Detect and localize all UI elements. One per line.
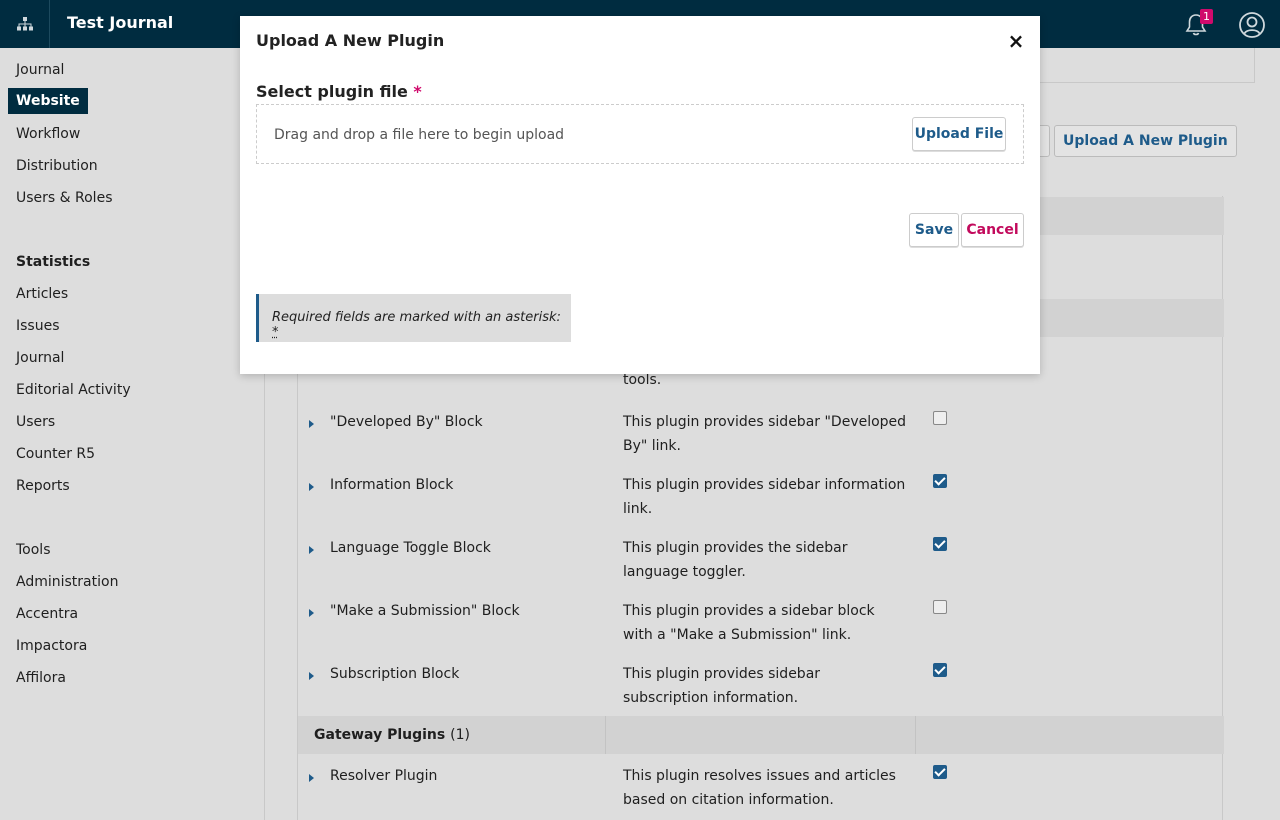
plugin-name: Subscription Block (330, 666, 460, 682)
plugin-name: Language Toggle Block (330, 540, 491, 556)
column-divider (915, 716, 916, 754)
plugin-description: This plugin provides sidebar information… (623, 477, 906, 517)
notice-text: Required fields are marked with an aster… (272, 310, 571, 340)
plugin-enabled-checkbox[interactable] (933, 474, 947, 488)
plugin-description: This plugin provides the sidebar languag… (623, 540, 848, 580)
close-icon[interactable]: × (1006, 30, 1026, 52)
sidebar-item-editorial-activity[interactable]: Editorial Activity (16, 382, 131, 398)
upload-new-plugin-button[interactable]: Upload A New Plugin (1054, 125, 1237, 157)
site-title[interactable]: Test Journal (67, 13, 173, 32)
plugin-description: This plugin provides sidebar subscriptio… (623, 666, 821, 706)
sidebar-item-users-roles[interactable]: Users & Roles (16, 190, 112, 206)
sidebar-heading-statistics[interactable]: Statistics (16, 254, 90, 270)
sidebar-item-website[interactable]: Website (8, 88, 88, 114)
plugin-enabled-checkbox[interactable] (933, 537, 947, 551)
expand-arrow-icon[interactable] (309, 546, 314, 554)
sidebar-item-counter-r5[interactable]: Counter R5 (16, 446, 95, 462)
expand-arrow-icon[interactable] (309, 672, 314, 680)
file-dropzone[interactable]: Drag and drop a file here to begin uploa… (256, 104, 1024, 164)
plugin-desc-partial: tools. (623, 372, 662, 388)
plugin-group-header: Gateway Plugins (1) (298, 716, 1224, 754)
sidebar-item-journal-stats[interactable]: Journal (16, 350, 64, 366)
sidebar-item-workflow[interactable]: Workflow (16, 126, 80, 142)
plugin-name: Resolver Plugin (330, 768, 438, 784)
upload-plugin-modal: Upload A New Plugin × Select plugin file… (240, 16, 1040, 374)
sitemap-icon (16, 17, 33, 31)
sidebar-item-tools[interactable]: Tools (16, 542, 51, 558)
required-asterisk: * (413, 82, 422, 101)
cancel-button[interactable]: Cancel (961, 213, 1024, 247)
plugin-row: Resolver Plugin This plugin resolves iss… (298, 765, 1224, 820)
sidebar-item-accentra[interactable]: Accentra (16, 606, 78, 622)
plugin-name: "Developed By" Block (330, 414, 483, 430)
plugin-name: Information Block (330, 477, 454, 493)
notification-count-badge: 1 (1200, 9, 1213, 24)
sidebar-item-journal[interactable]: Journal (16, 62, 64, 78)
group-count: (1) (450, 727, 470, 743)
plugin-group-name: Gateway Plugins (1) (314, 727, 470, 743)
notice-text-body: Required fields are marked with an aster… (272, 310, 561, 325)
sidebar-item-issues[interactable]: Issues (16, 318, 60, 334)
expand-arrow-icon[interactable] (309, 774, 314, 782)
plugin-file-label-text: Select plugin file (256, 82, 408, 101)
sidebar-item-administration[interactable]: Administration (16, 574, 118, 590)
plugin-description: This plugin provides sidebar "Developed … (623, 414, 907, 454)
sidebar-item-reports[interactable]: Reports (16, 478, 70, 494)
plugin-name: "Make a Submission" Block (330, 603, 520, 619)
plugin-row: "Developed By" Block This plugin provide… (298, 411, 1224, 477)
plugin-enabled-checkbox[interactable] (933, 600, 947, 614)
plugin-row: Information Block This plugin provides s… (298, 474, 1224, 540)
plugin-enabled-checkbox[interactable] (933, 765, 947, 779)
required-fields-notice: Required fields are marked with an aster… (256, 294, 571, 342)
plugin-row: Language Toggle Block This plugin provid… (298, 537, 1224, 603)
group-name-text: Gateway Plugins (314, 727, 446, 743)
sidebar-item-users[interactable]: Users (16, 414, 55, 430)
sitemap-home-button[interactable] (0, 0, 50, 48)
notice-asterisk: * (272, 325, 279, 340)
expand-arrow-icon[interactable] (309, 420, 314, 428)
user-account-icon[interactable] (1238, 11, 1266, 39)
plugin-enabled-checkbox[interactable] (933, 411, 947, 425)
column-divider (605, 716, 606, 754)
sidebar-nav: Journal Website Workflow Distribution Us… (0, 48, 265, 820)
plugin-description: This plugin provides a sidebar block wit… (623, 603, 875, 643)
expand-arrow-icon[interactable] (309, 609, 314, 617)
plugin-file-label: Select plugin file * (256, 82, 422, 101)
plugin-description: This plugin resolves issues and articles… (623, 768, 896, 808)
save-button[interactable]: Save (909, 213, 959, 247)
plugin-row: "Make a Submission" Block This plugin pr… (298, 600, 1224, 666)
upload-file-button[interactable]: Upload File (912, 117, 1006, 151)
expand-arrow-icon[interactable] (309, 483, 314, 491)
sidebar-item-impactora[interactable]: Impactora (16, 638, 87, 654)
sidebar-item-affilora[interactable]: Affilora (16, 670, 66, 686)
dropzone-text: Drag and drop a file here to begin uploa… (274, 127, 565, 143)
modal-title: Upload A New Plugin (256, 31, 445, 50)
plugin-enabled-checkbox[interactable] (933, 663, 947, 677)
sidebar-item-distribution[interactable]: Distribution (16, 158, 98, 174)
sidebar-item-articles[interactable]: Articles (16, 286, 68, 302)
